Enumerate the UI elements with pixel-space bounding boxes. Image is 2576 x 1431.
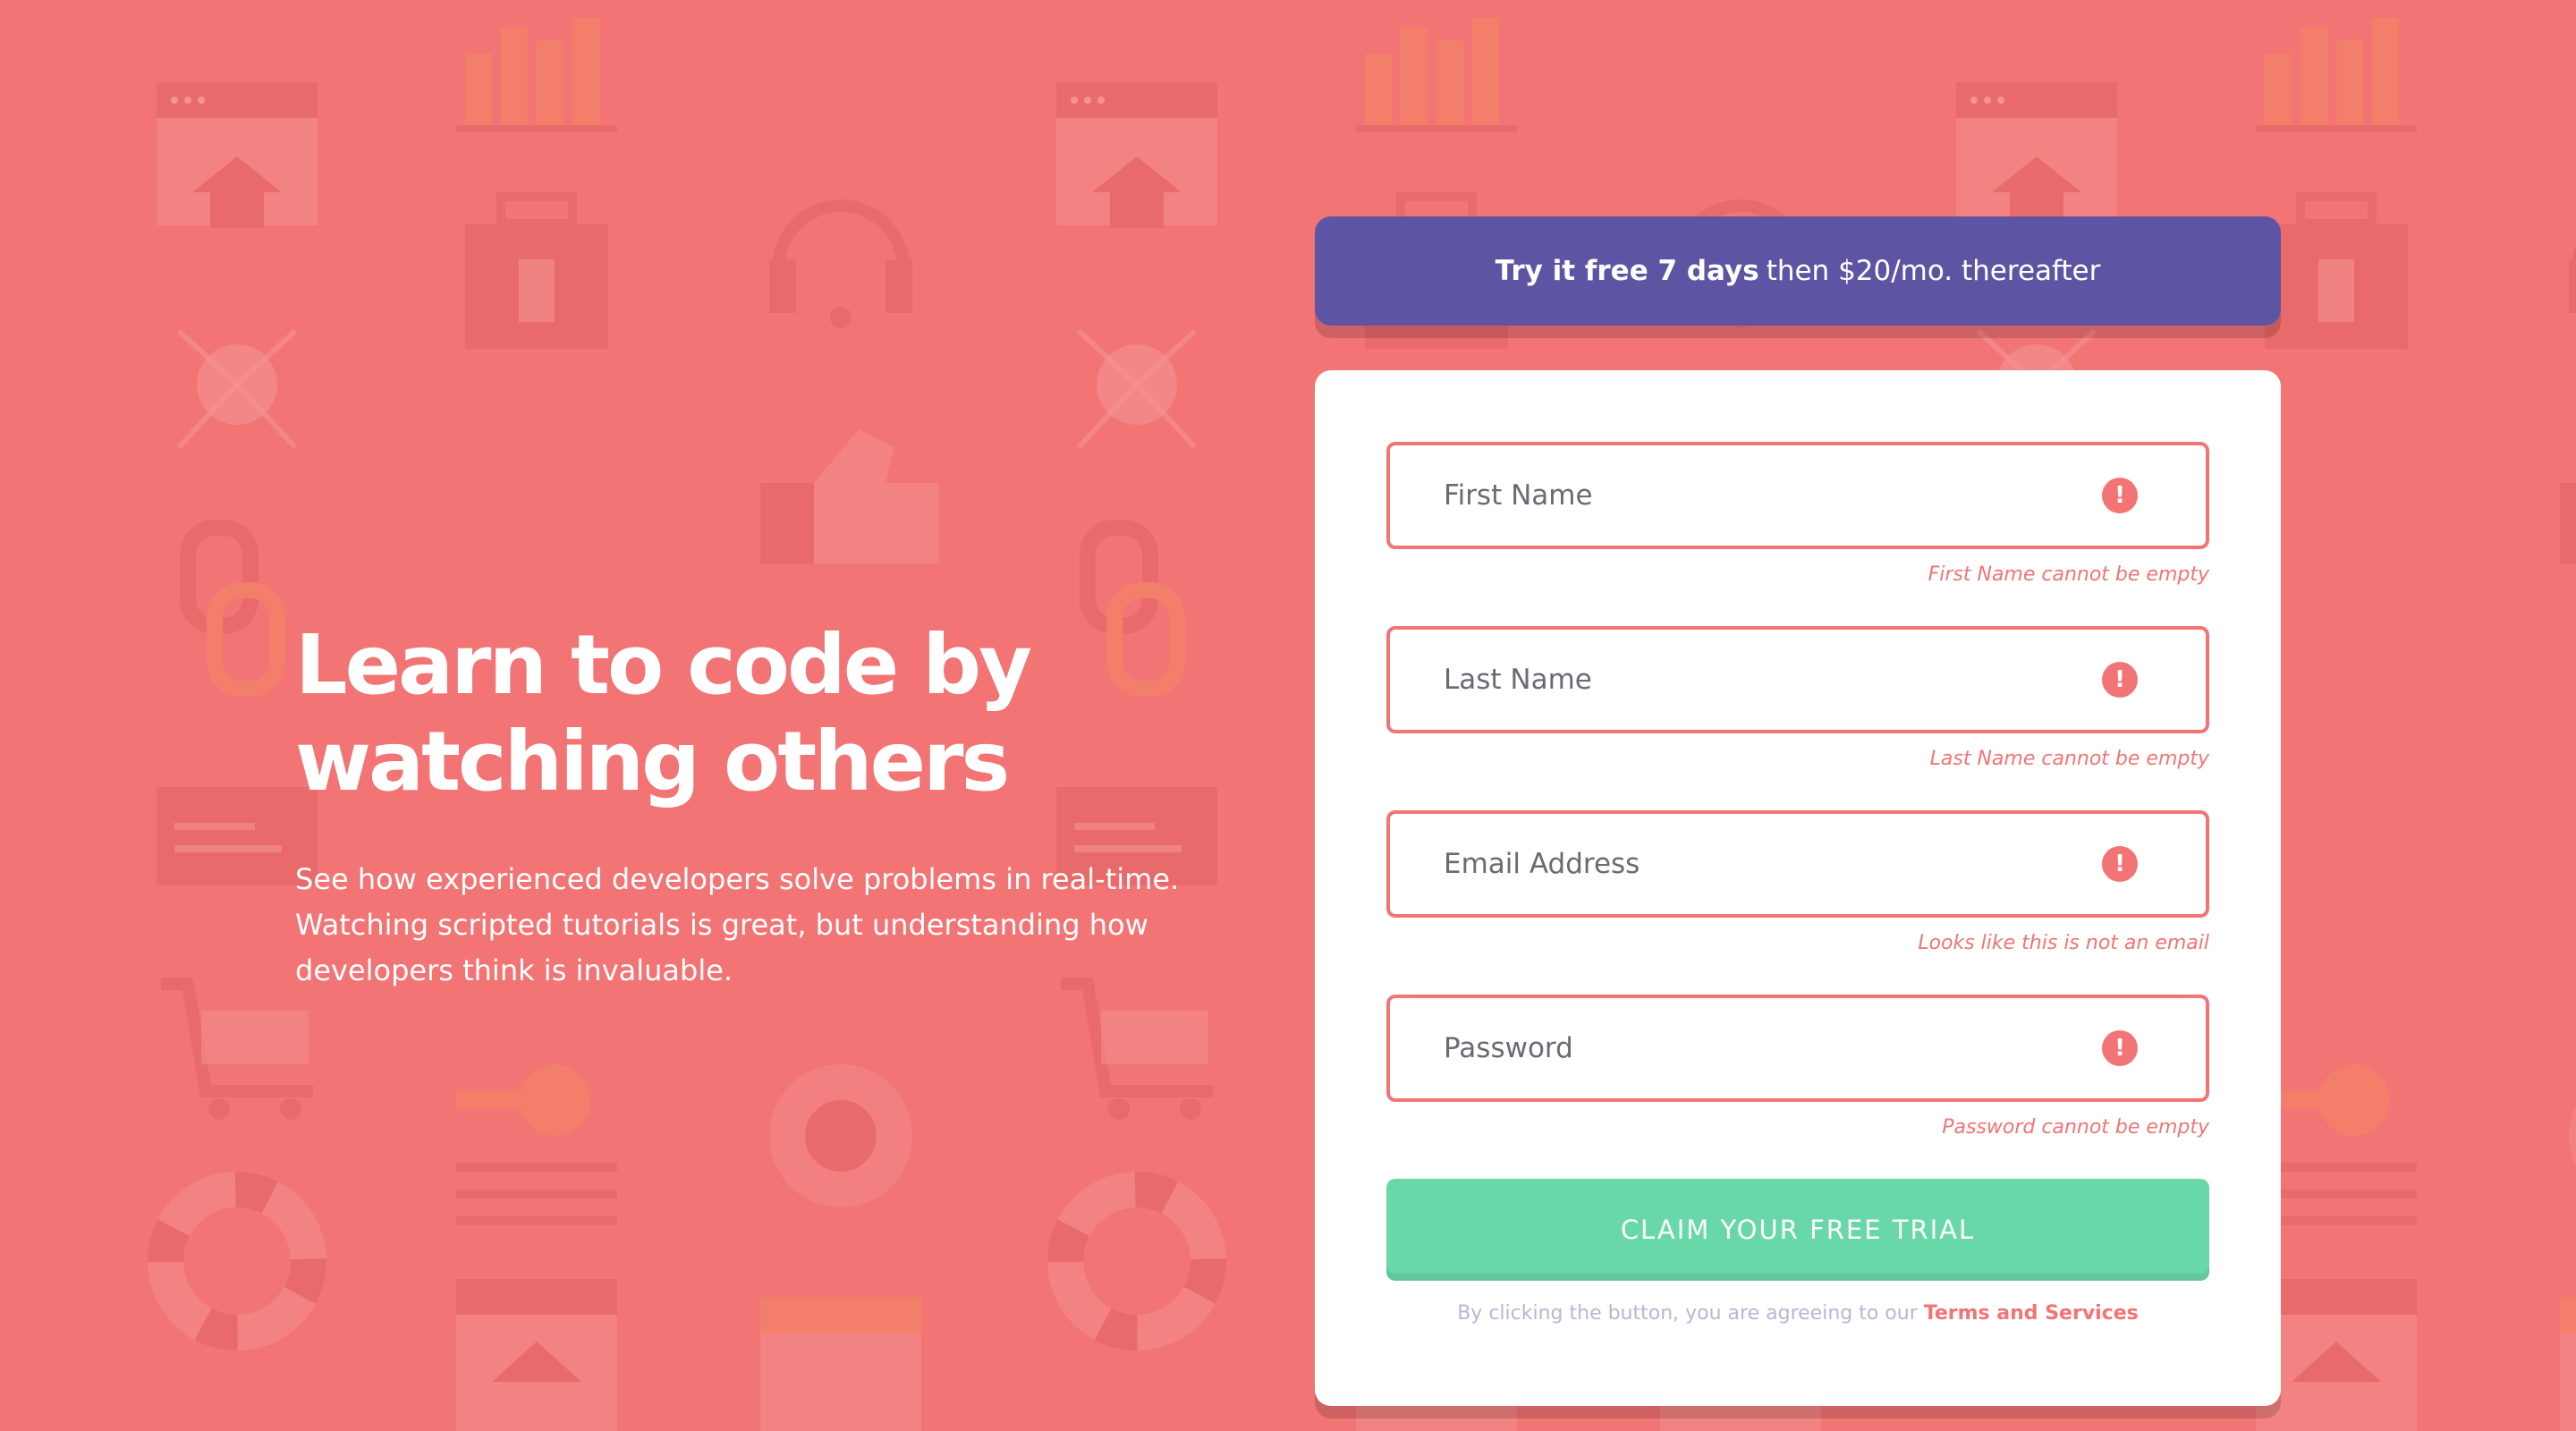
password-input[interactable]	[1444, 1021, 2088, 1075]
hero-title-line1: Learn to code by	[295, 617, 1032, 713]
first-name-field: ! First Name cannot be empty	[1386, 442, 2209, 586]
first-name-input[interactable]	[1444, 469, 2088, 522]
promo-rest-text: then $20/mo. thereafter	[1766, 255, 2101, 287]
promo-bold-text: Try it free 7 days	[1495, 255, 1759, 287]
hero-description: See how experienced developers solve pro…	[295, 862, 1180, 987]
last-name-field: ! Last Name cannot be empty	[1386, 626, 2209, 770]
signup-form: ! First Name cannot be empty ! Last Name…	[1315, 370, 2281, 1406]
hero-title-line2: watching others	[295, 714, 1010, 809]
error-icon: !	[2102, 662, 2138, 698]
last-name-input[interactable]	[1444, 653, 2088, 707]
password-error: Password cannot be empty	[1942, 1116, 2209, 1139]
hero-section: Learn to code by watching others See how…	[295, 617, 1208, 994]
error-icon: !	[2102, 1030, 2138, 1066]
promo-banner: Try it free 7 days then $20/mo. thereaft…	[1315, 216, 2281, 326]
hero-title: Learn to code by watching others	[295, 617, 1208, 810]
password-field: ! Password cannot be empty	[1386, 995, 2209, 1139]
last-name-error: Last Name cannot be empty	[1929, 748, 2209, 770]
terms-prefix: By clicking the button, you are agreeing…	[1457, 1302, 1918, 1325]
claim-trial-button[interactable]: Claim your free trial	[1386, 1179, 2209, 1281]
error-icon: !	[2102, 478, 2138, 513]
first-name-error: First Name cannot be empty	[1928, 563, 2209, 586]
email-input[interactable]	[1444, 837, 2088, 891]
terms-link[interactable]: Terms and Services	[1924, 1302, 2139, 1325]
error-icon: !	[2102, 846, 2138, 882]
email-field: ! Looks like this is not an email	[1386, 810, 2209, 954]
email-error: Looks like this is not an email	[1918, 932, 2209, 954]
terms-notice: By clicking the button, you are agreeing…	[1315, 1302, 2281, 1325]
